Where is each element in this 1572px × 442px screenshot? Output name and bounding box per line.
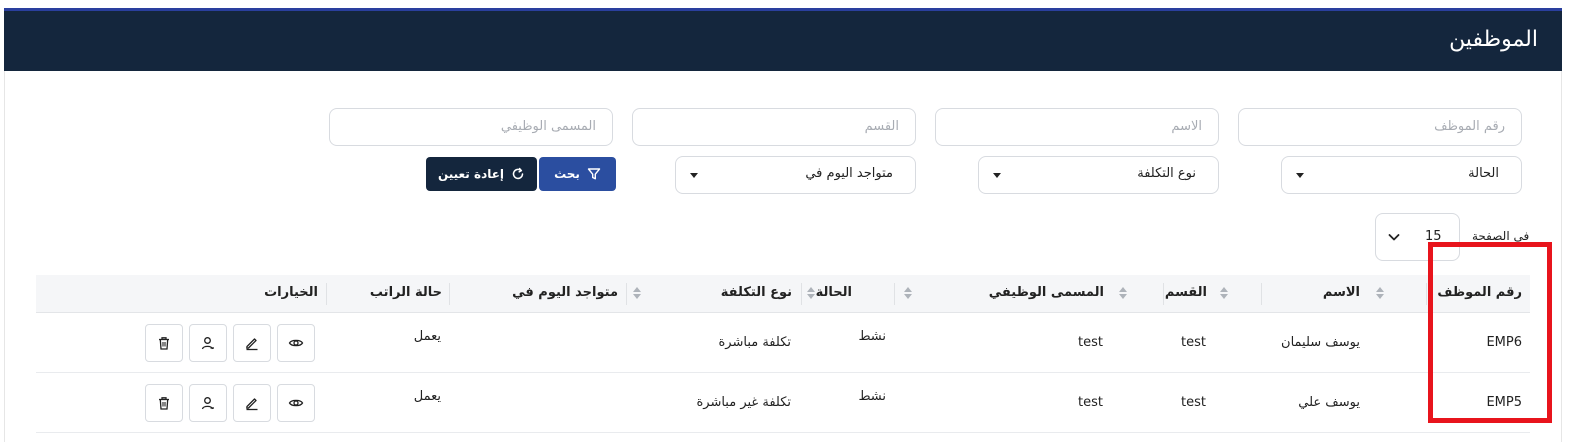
card-border-right <box>1561 71 1562 442</box>
column-divider <box>626 283 627 305</box>
cost-type-select[interactable]: نوع التكلفة <box>978 156 1219 194</box>
column-divider <box>1426 283 1427 305</box>
column-divider <box>1261 283 1262 305</box>
highlight-box <box>1428 242 1552 423</box>
edit-button[interactable] <box>233 384 271 422</box>
present-today-select[interactable]: متواجد اليوم في <box>675 156 916 194</box>
page-title: الموظفين <box>1449 27 1538 52</box>
department-cell: test <box>1181 335 1206 350</box>
present-today-select-value: متواجد اليوم في <box>805 166 893 181</box>
column-header-cost-type[interactable]: نوع التكلفة <box>721 285 792 300</box>
column-header-job-title[interactable]: المسمى الوظيفي <box>989 285 1104 300</box>
table-row: EMP6 يوسف سليمان test test نشط تكلفة مبا… <box>36 313 1530 373</box>
employee-id-input[interactable]: رقم الموظف <box>1238 108 1522 146</box>
cost-type-select-value: نوع التكلفة <box>1137 166 1196 181</box>
per-page-label: في الصفحة <box>1472 229 1530 243</box>
pencil-icon <box>246 398 258 411</box>
name-input[interactable]: الاسم <box>935 108 1219 146</box>
sort-icon[interactable] <box>1220 287 1228 301</box>
column-header-name[interactable]: الاسم <box>1323 285 1360 300</box>
search-button-label: بحث <box>554 167 580 181</box>
trash-icon <box>159 337 169 350</box>
salary-status-cell: يعمل <box>413 329 441 344</box>
edit-button[interactable] <box>233 324 271 362</box>
sort-icon[interactable] <box>633 287 641 301</box>
sort-icon[interactable] <box>1376 287 1384 301</box>
delete-button[interactable] <box>145 324 183 362</box>
page-header: الموظفين <box>4 11 1562 71</box>
sort-icon[interactable] <box>904 287 912 301</box>
sort-icon[interactable] <box>807 287 815 301</box>
name-cell: يوسف سليمان <box>1281 335 1360 350</box>
view-button[interactable] <box>277 384 315 422</box>
filter-icon <box>587 168 601 180</box>
column-header-department[interactable]: القسم <box>1165 285 1207 300</box>
caret-down-icon <box>993 173 1001 178</box>
table-row: EMP5 يوسف علي test test نشط تكلفة غير مب… <box>36 373 1530 433</box>
caret-down-icon <box>690 173 698 178</box>
user-icon <box>201 337 214 350</box>
job-title-cell: test <box>1078 335 1103 350</box>
reset-button[interactable]: إعادة تعيين <box>426 157 537 191</box>
chevron-down-icon <box>1388 234 1400 241</box>
pencil-icon <box>246 338 258 351</box>
status-select-value: الحالة <box>1468 166 1499 181</box>
column-divider <box>894 283 895 305</box>
column-divider <box>326 283 327 305</box>
sort-icon[interactable] <box>1119 287 1127 301</box>
column-divider <box>449 283 450 305</box>
delete-button[interactable] <box>145 384 183 422</box>
status-cell: نشط <box>858 389 886 404</box>
job-title-input[interactable]: المسمى الوظيفي <box>329 108 613 146</box>
column-header-present-today[interactable]: متواجد اليوم في <box>512 285 618 300</box>
column-divider <box>1163 283 1164 305</box>
status-cell: نشط <box>858 329 886 344</box>
department-cell: test <box>1181 395 1206 410</box>
user-icon <box>201 397 214 410</box>
salary-status-cell: يعمل <box>413 389 441 404</box>
reset-button-label: إعادة تعيين <box>437 167 505 181</box>
department-input[interactable]: القسم <box>632 108 916 146</box>
view-button[interactable] <box>277 324 315 362</box>
job-title-cell: test <box>1078 395 1103 410</box>
column-header-options: الخيارات <box>264 285 318 300</box>
column-header-status[interactable]: الحالة <box>816 285 852 300</box>
cost-type-cell: تكلفة غير مباشرة <box>696 395 791 410</box>
name-cell: يوسف علي <box>1298 395 1360 410</box>
trash-icon <box>159 397 169 410</box>
caret-down-icon <box>1296 173 1304 178</box>
column-divider <box>801 283 802 305</box>
cost-type-cell: تكلفة مباشرة <box>718 335 791 350</box>
eye-icon <box>288 339 304 347</box>
table-header: رقم الموظف الاسم القسم المسمى الوظيفي ال… <box>36 275 1530 313</box>
assign-user-button[interactable] <box>189 324 227 362</box>
assign-user-button[interactable] <box>189 384 227 422</box>
search-button[interactable]: بحث <box>539 157 616 191</box>
card-border-left <box>4 71 5 442</box>
column-header-salary-status: حالة الراتب <box>369 285 442 300</box>
status-select[interactable]: الحالة <box>1281 156 1522 194</box>
eye-icon <box>288 399 304 407</box>
refresh-icon <box>512 167 524 180</box>
